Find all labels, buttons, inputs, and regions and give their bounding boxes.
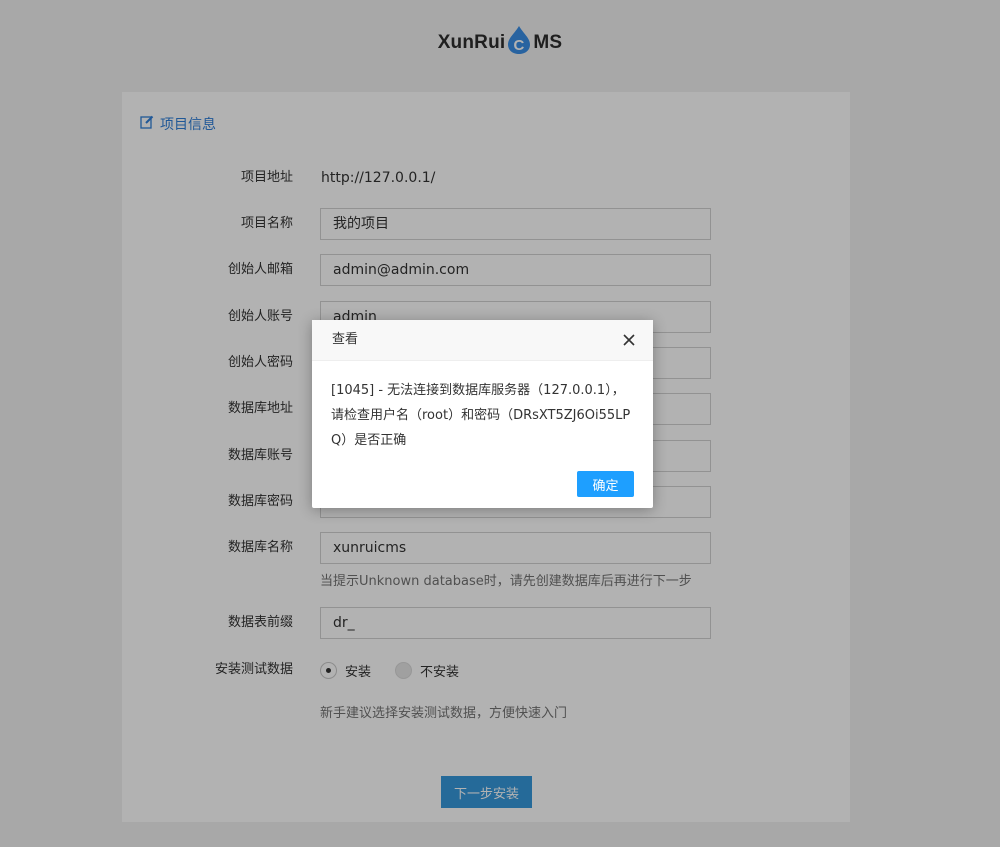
- confirm-button[interactable]: 确定: [577, 471, 634, 497]
- dialog-title: 查看: [332, 332, 359, 347]
- error-dialog: 查看 [1045] - 无法连接到数据库服务器（127.0.0.1），请检查用户…: [312, 320, 653, 508]
- dialog-message: [1045] - 无法连接到数据库服务器（127.0.0.1），请检查用户名（r…: [331, 383, 631, 448]
- close-icon[interactable]: [621, 332, 637, 348]
- dialog-header: 查看: [312, 320, 653, 361]
